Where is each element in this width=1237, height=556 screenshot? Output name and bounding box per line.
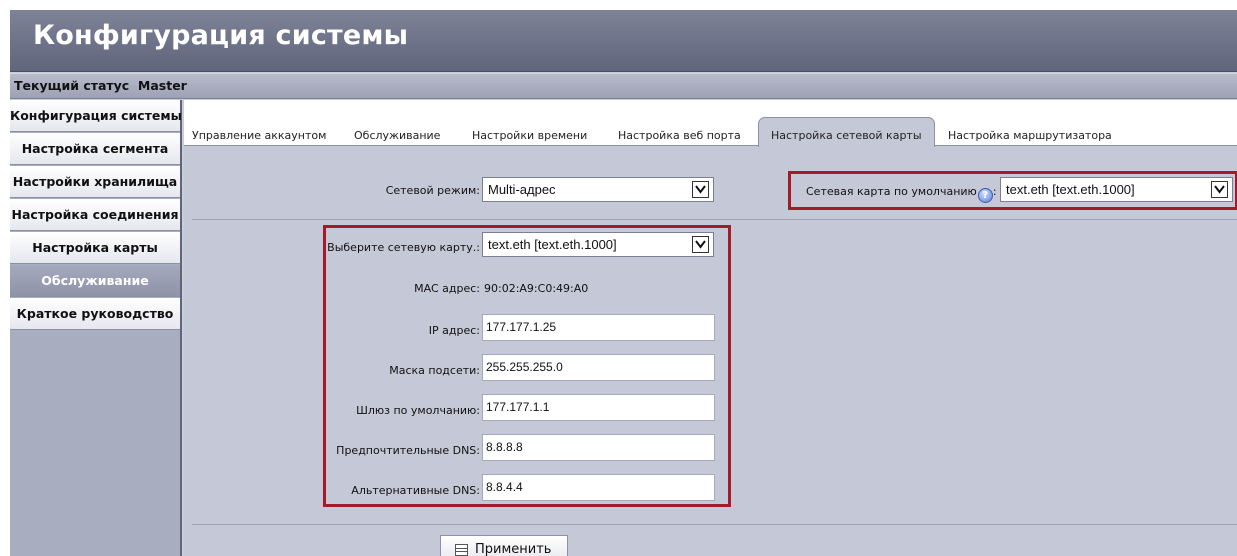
section-divider [192,219,1237,220]
sidebar-item-quick-guide[interactable]: Краткое руководство [10,298,180,330]
dns-primary-label: Предпочтительные DNS: [336,444,480,457]
sidebar-item-segment[interactable]: Настройка сегмента [10,133,180,165]
dns-secondary-label: Альтернативные DNS: [351,484,480,497]
status-text: Текущий статус Master [14,78,187,93]
app-window: Конфигурация системы Текущий статус Mast… [10,10,1237,556]
status-bar: Текущий статус Master [10,73,1237,99]
default-nic-value: text.eth [text.eth.1000] [1006,182,1135,197]
sidebar-item-card[interactable]: Настройка карты [10,232,180,264]
subnet-mask-input[interactable]: 255.255.255.0 [482,354,715,381]
tab-router[interactable]: Настройка маршрутизатора [948,129,1112,142]
sidebar: Конфигурация системы Настройка сегмента … [10,100,182,556]
network-mode-value: Multi-адрес [488,182,556,197]
sidebar-item-maintenance[interactable]: Обслуживание [10,265,180,297]
chevron-down-icon[interactable] [692,181,709,198]
sidebar-item-connection[interactable]: Настройка соединения [10,199,180,231]
apply-button-label: Применить [475,542,552,556]
default-nic-label-suffix: : [992,185,997,198]
mac-address-label: MAC адрес: [414,282,480,295]
chevron-down-icon[interactable] [1211,181,1228,198]
chevron-down-icon[interactable] [692,236,709,253]
default-nic-label: Сетевая карта по умолчанию?: [806,185,997,203]
ip-address-label: IP адрес: [428,324,480,337]
nic-select-label: Выберите сетевую карту.: [327,241,480,254]
apply-button[interactable]: Применить [440,535,568,556]
default-nic-select[interactable]: text.eth [text.eth.1000] [1000,177,1233,202]
dns-primary-input[interactable]: 8.8.8.8 [482,434,715,461]
network-mode-label: Сетевой режим: [385,184,480,197]
page-title: Конфигурация системы [33,20,409,51]
mac-address-value: 90:02:A9:C0:49:A0 [484,282,589,295]
tab-web-port[interactable]: Настройка веб порта [618,129,741,142]
ip-address-input[interactable]: 177.177.1.25 [482,314,715,341]
gateway-label: Шлюз по умолчанию: [356,404,480,417]
dns-secondary-input[interactable]: 8.8.4.4 [482,474,715,501]
tab-network-card[interactable]: Настройка сетевой карты [758,117,935,147]
gateway-input[interactable]: 177.177.1.1 [482,394,715,421]
tab-account-management[interactable]: Управление аккаунтом [192,129,326,142]
section-divider [192,524,1237,525]
help-icon[interactable]: ? [977,188,993,203]
nic-select[interactable]: text.eth [text.eth.1000] [482,232,714,257]
tab-bar: Управление аккаунтом Обслуживание Настро… [184,100,1237,147]
sidebar-item-system-config[interactable]: Конфигурация системы [10,100,182,132]
table-icon [455,544,468,556]
sidebar-item-storage[interactable]: Настройки хранилища [10,166,180,198]
tab-maintenance[interactable]: Обслуживание [354,129,440,142]
main-content: Управление аккаунтом Обслуживание Настро… [184,100,1237,556]
nic-select-value: text.eth [text.eth.1000] [488,237,617,252]
default-nic-label-text: Сетевая карта по умолчанию [806,185,977,198]
subnet-mask-label: Маска подсети: [389,364,480,377]
tab-time-settings[interactable]: Настройки времени [472,129,587,142]
network-mode-select[interactable]: Multi-адрес [482,177,714,202]
title-bar: Конфигурация системы [10,10,1237,72]
